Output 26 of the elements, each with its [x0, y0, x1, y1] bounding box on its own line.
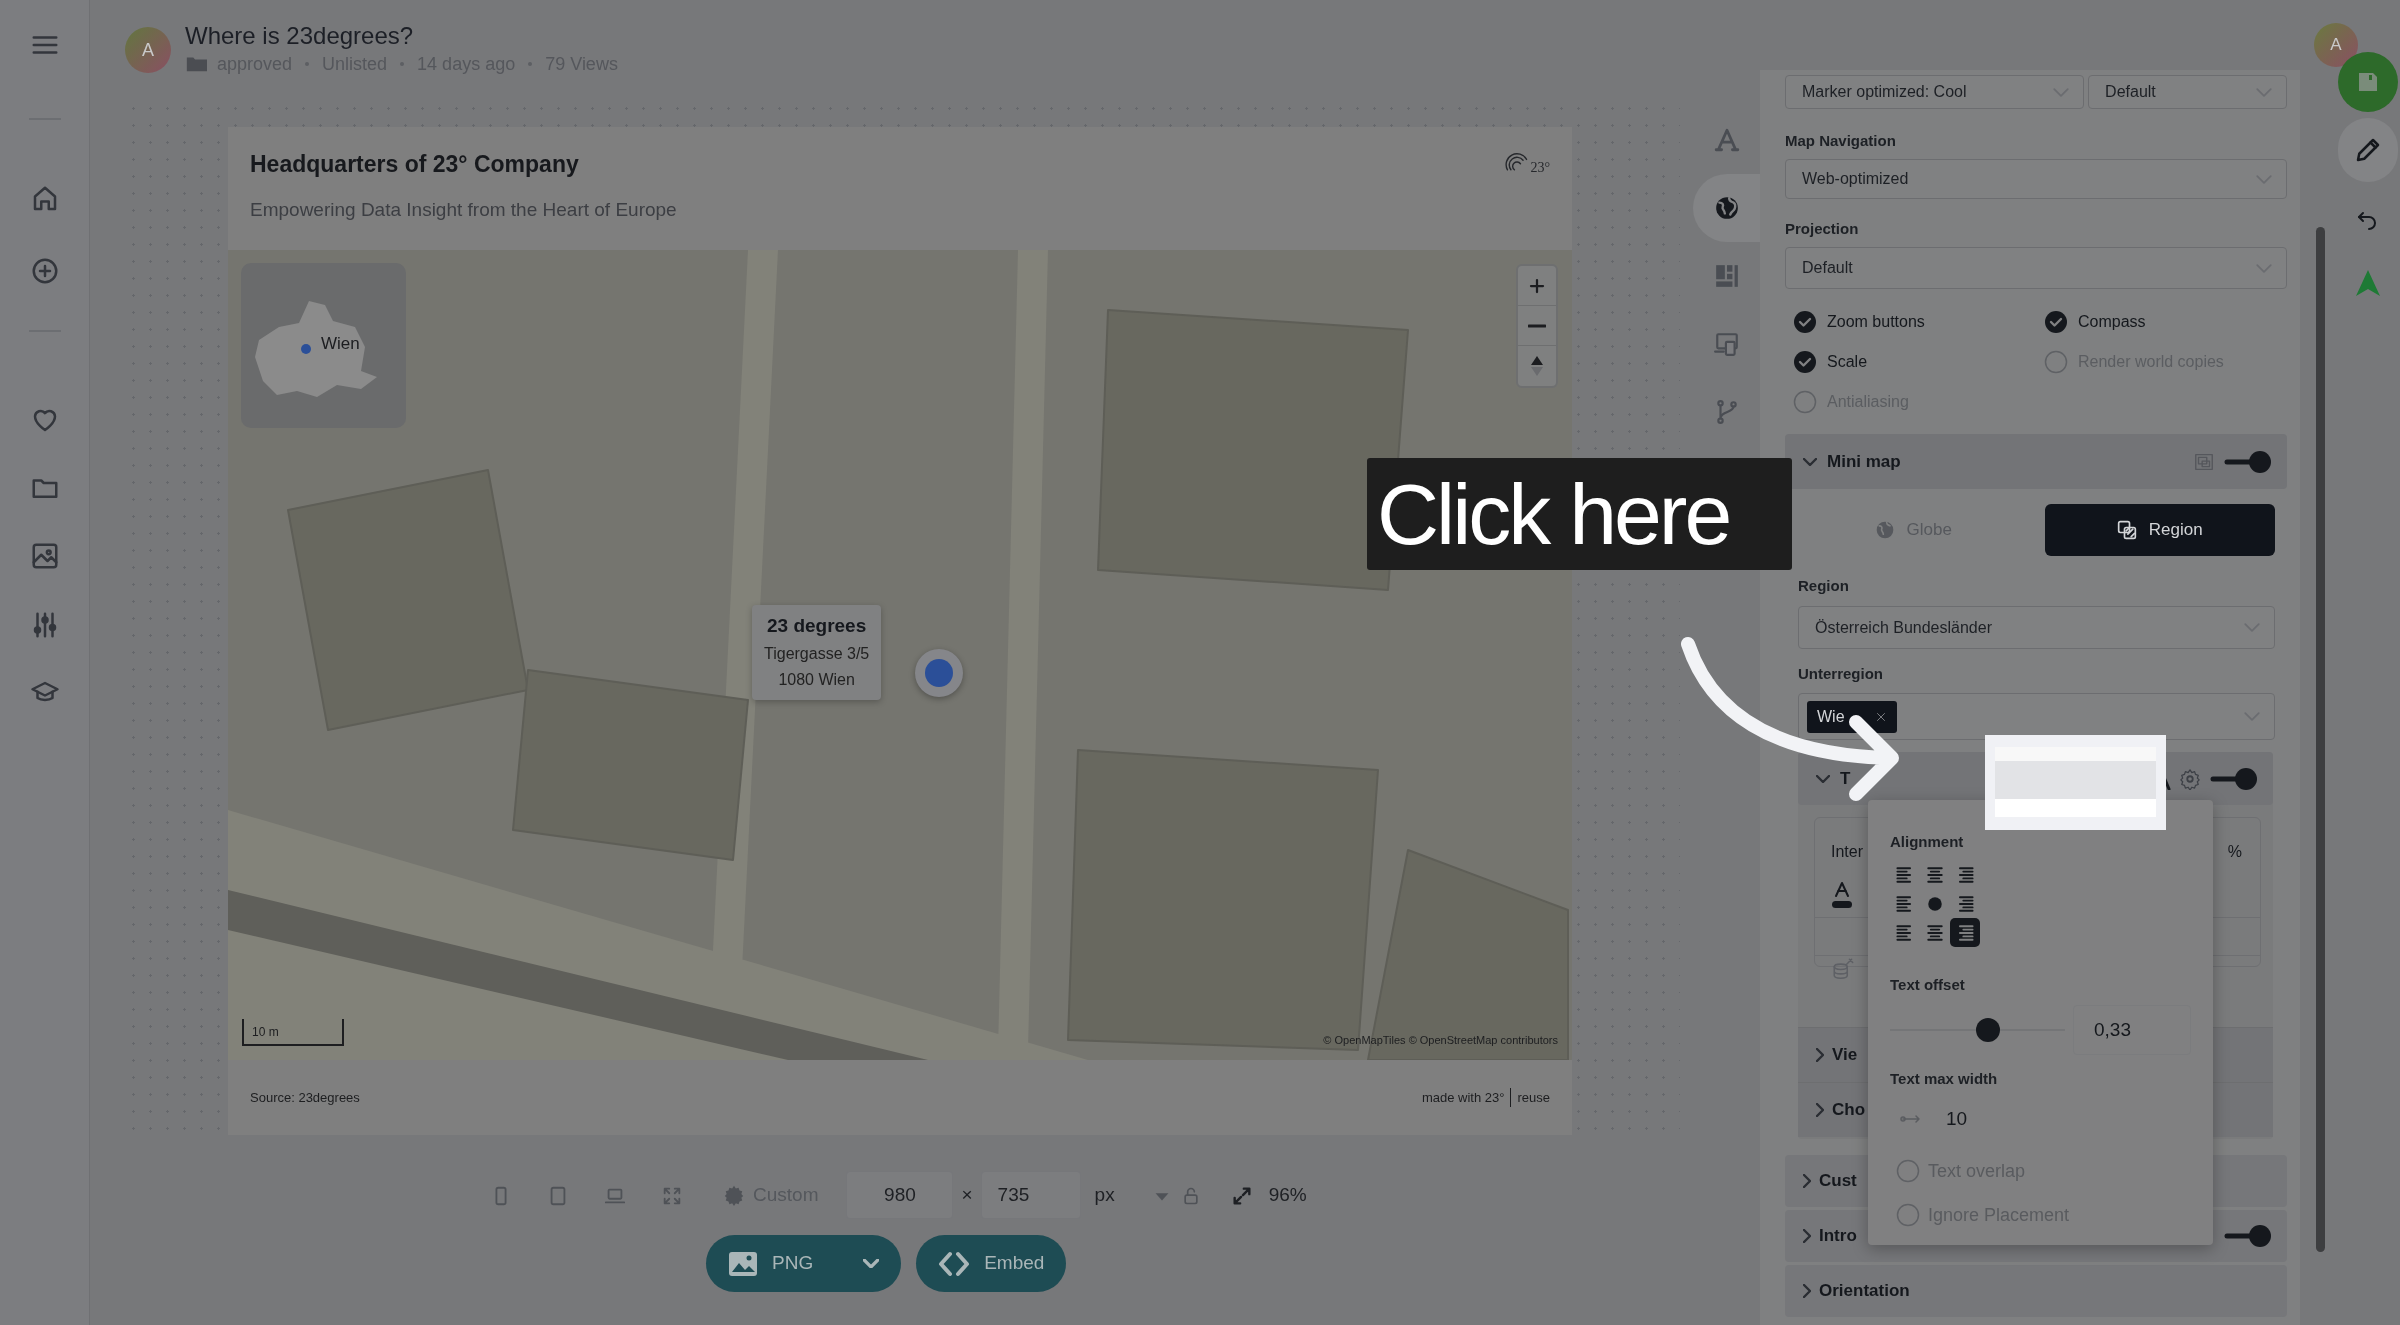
map-subtitle: Empowering Data Insight from the Heart of Europe: [250, 197, 678, 222]
field-label: Text offset: [1890, 975, 1966, 995]
tooltip-title: 23 degrees: [765, 614, 868, 638]
map-attribution: © OpenMapTiles © OpenStreetMap contributors: [1323, 1032, 1558, 1048]
map-title: Headquarters of 23° Company: [250, 150, 579, 179]
credit-text: made with 23°: [1421, 1088, 1505, 1107]
field-label: Region: [1798, 576, 1850, 596]
logo-text: 23°: [1530, 161, 1550, 175]
tooltip-text: 1080 Wien: [777, 669, 856, 690]
unit-text: px: [1094, 1182, 1115, 1207]
times-sign: ×: [961, 1182, 973, 1207]
unit-text: %: [2227, 842, 2242, 862]
tooltip-text: Tigergasse 3/5: [764, 643, 870, 664]
field-label: Text max width: [1890, 1069, 1999, 1089]
field-label: Map Navigation: [1785, 131, 1897, 151]
field-label: Unterregion: [1798, 664, 1884, 684]
scale-bar: 10 m: [242, 1019, 344, 1046]
zoom-level: 96%: [1268, 1182, 1307, 1207]
max-width-value: 10: [1946, 1106, 1968, 1131]
document-title: Where is 23degrees?: [185, 22, 415, 51]
region-label: Wien: [321, 333, 360, 355]
field-label: Inter: [1831, 842, 1863, 862]
field-label: Alignment: [1890, 832, 1965, 852]
source-text: Source: 23degrees: [250, 1088, 360, 1107]
field-label: Projection: [1785, 219, 1860, 239]
hint-callout: Click here: [1367, 458, 1792, 570]
